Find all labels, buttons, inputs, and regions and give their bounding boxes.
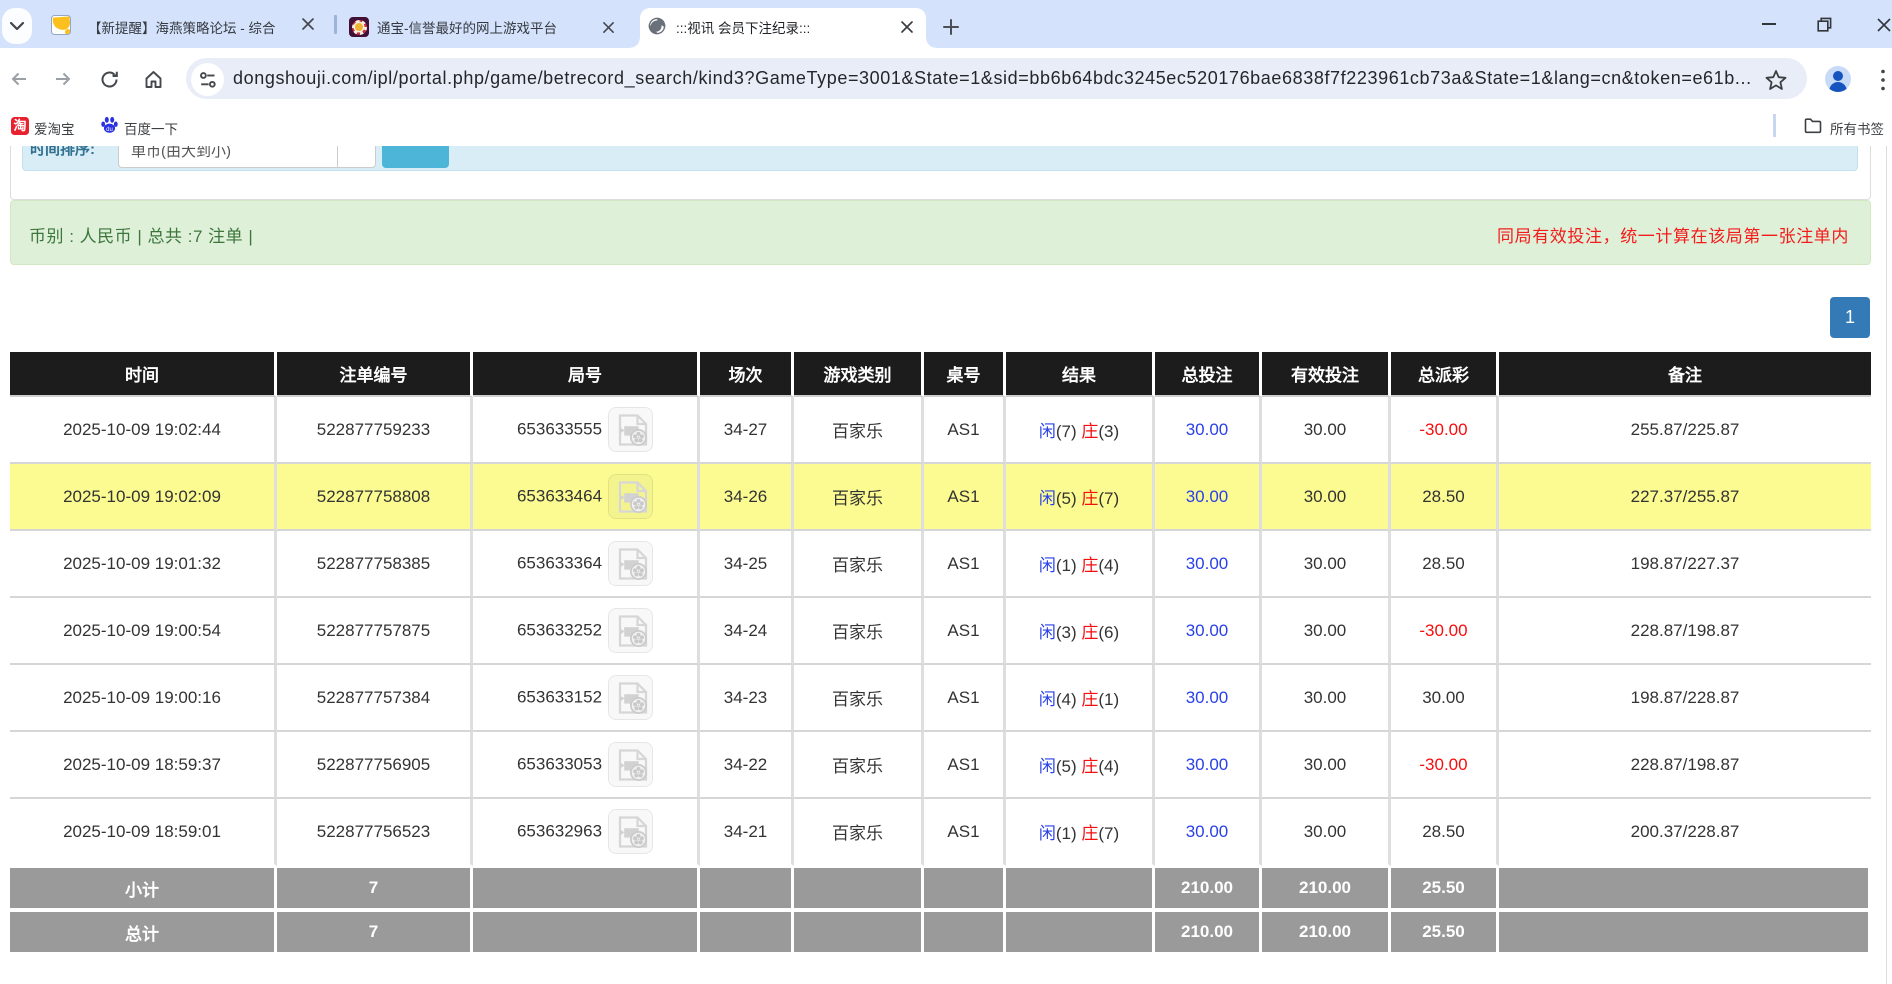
svg-text:du: du bbox=[106, 127, 113, 133]
